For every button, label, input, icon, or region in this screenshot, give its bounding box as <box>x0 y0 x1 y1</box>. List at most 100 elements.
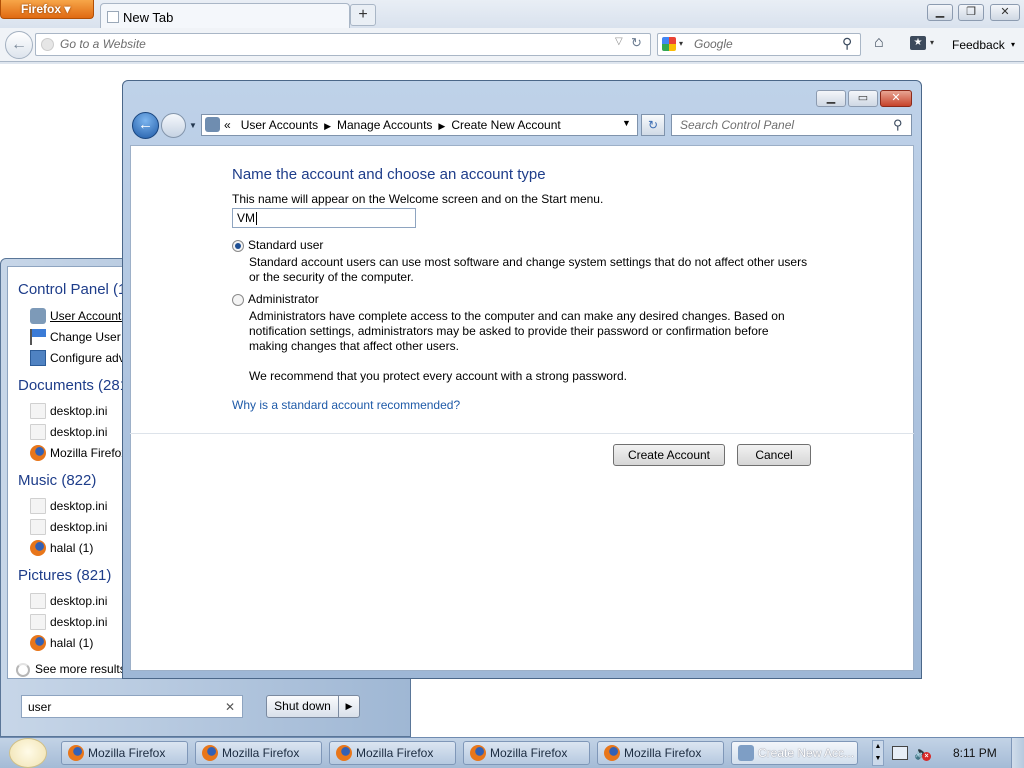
administrator-radio[interactable] <box>232 294 244 306</box>
chevron-down-icon[interactable]: ▼ <box>622 118 631 128</box>
web-search-input[interactable]: ▾ Google <box>657 33 861 56</box>
result-item[interactable]: halal (1) <box>50 636 93 650</box>
clock[interactable]: 8:11 PM <box>953 746 997 760</box>
result-item[interactable]: desktop.ini <box>50 499 107 513</box>
window-maximize-button[interactable]: ▭ <box>848 90 878 107</box>
result-item[interactable]: Change User A <box>50 330 123 344</box>
users-icon <box>30 308 46 324</box>
users-icon <box>738 745 754 761</box>
forward-arrow-icon[interactable] <box>161 113 186 138</box>
breadcrumb-user-accounts[interactable]: User Accounts <box>241 118 318 132</box>
search-more-icon <box>16 663 30 677</box>
google-logo-icon <box>662 37 676 51</box>
flag-icon <box>30 329 46 345</box>
task-label: Mozilla Firefox <box>222 746 300 760</box>
tab-title: New Tab <box>123 10 174 25</box>
account-name-value: VM <box>237 211 255 225</box>
taskbar-item-firefox[interactable]: Mozilla Firefox <box>195 741 322 765</box>
chevron-down-icon[interactable]: ▾ <box>1011 40 1015 49</box>
firefox-menu-label: Firefox <box>21 2 62 16</box>
search-icon[interactable]: ⚲ <box>842 35 852 52</box>
firefox-icon <box>30 635 46 651</box>
back-button[interactable]: ← <box>5 31 33 59</box>
globe-icon <box>41 38 54 51</box>
url-bar[interactable]: Go to a Website <box>35 33 651 56</box>
shutdown-button[interactable]: Shut down <box>266 695 339 718</box>
shutdown-options-arrow-icon[interactable]: ▶ <box>338 695 360 718</box>
result-item[interactable]: desktop.ini <box>50 520 107 534</box>
firefox-icon <box>30 540 46 556</box>
recent-pages-icon[interactable]: ▼ <box>189 121 197 130</box>
chevron-right-icon[interactable]: ▶ <box>438 121 445 132</box>
reload-icon[interactable]: ↻ <box>631 35 642 51</box>
result-item[interactable]: desktop.ini <box>50 425 107 439</box>
restore-button[interactable]: ❐ <box>958 4 984 21</box>
refresh-icon[interactable]: ↻ <box>641 114 665 136</box>
firefox-icon <box>30 445 46 461</box>
result-item[interactable]: Configure adv <box>50 351 123 365</box>
start-button[interactable] <box>9 738 47 768</box>
back-arrow-icon[interactable]: ← <box>132 112 159 139</box>
breadcrumb-manage-accounts[interactable]: Manage Accounts <box>337 118 432 132</box>
window-minimize-button[interactable]: ▁ <box>816 90 846 107</box>
page-subtitle: This name will appear on the Welcome scr… <box>232 192 604 206</box>
file-icon <box>30 519 46 535</box>
close-button[interactable]: ✕ <box>990 4 1020 21</box>
standard-user-label[interactable]: Standard user <box>248 238 323 252</box>
file-icon <box>30 498 46 514</box>
chevron-right-icon[interactable]: ▶ <box>324 121 331 132</box>
url-placeholder: Go to a Website <box>60 37 146 51</box>
breadcrumb-create-new-account[interactable]: Create New Account <box>451 118 560 132</box>
minimize-icon: ▁ <box>935 6 945 18</box>
taskbar-scroll-arrows[interactable]: ▲ ▼ <box>872 740 884 766</box>
start-search-input[interactable]: user <box>21 695 243 718</box>
results-heading-music[interactable]: Music (822) <box>18 472 96 489</box>
cancel-button[interactable]: Cancel <box>737 444 811 466</box>
result-item[interactable]: Mozilla Firefox <box>50 446 123 460</box>
taskbar-item-firefox[interactable]: Mozilla Firefox <box>61 741 188 765</box>
file-icon <box>30 614 46 630</box>
results-heading-pictures[interactable]: Pictures (821) <box>18 567 111 584</box>
result-item[interactable]: desktop.ini <box>50 404 107 418</box>
url-history-dropdown-icon[interactable]: ▽ <box>615 36 623 47</box>
chevron-down-icon[interactable]: ▾ <box>930 38 934 47</box>
result-item[interactable]: desktop.ini <box>50 615 107 629</box>
window-close-button[interactable]: ✕ <box>880 90 912 107</box>
clear-search-icon[interactable]: ✕ <box>225 700 235 714</box>
show-desktop-button[interactable] <box>1011 738 1024 768</box>
firefox-icon <box>604 745 620 761</box>
bookmarks-icon[interactable]: ★ <box>910 36 926 50</box>
standard-user-radio[interactable] <box>232 240 244 252</box>
results-heading-documents[interactable]: Documents (281 <box>18 377 123 394</box>
feedback-button[interactable]: Feedback <box>952 38 1005 52</box>
file-icon <box>30 403 46 419</box>
new-tab-button[interactable]: + <box>350 4 376 26</box>
address-bar[interactable]: « User Accounts ▶ Manage Accounts ▶ Create N… <box>201 114 638 136</box>
firefox-menu-button[interactable]: Firefox ▾ <box>0 0 94 19</box>
chevron-down-icon: ▾ <box>64 2 71 16</box>
settings-icon <box>30 350 46 366</box>
taskbar-item-create-account[interactable]: Create New Acc... <box>731 741 858 765</box>
start-menu-results: Control Panel (1 User Accounts Change Us… <box>7 266 123 679</box>
firefox-icon <box>202 745 218 761</box>
result-item[interactable]: halal (1) <box>50 541 93 555</box>
taskbar-item-firefox[interactable]: Mozilla Firefox <box>329 741 456 765</box>
breadcrumb-overflow[interactable]: « <box>224 118 231 132</box>
home-icon[interactable]: ⌂ <box>874 34 884 52</box>
results-heading-control-panel[interactable]: Control Panel (1 <box>18 281 123 298</box>
control-panel-search-input[interactable]: Search Control Panel <box>671 114 912 136</box>
tab-new-tab[interactable]: New Tab <box>100 3 350 28</box>
taskbar-item-firefox[interactable]: Mozilla Firefox <box>597 741 724 765</box>
search-icon[interactable]: ⚲ <box>893 117 903 133</box>
account-name-input[interactable]: VM <box>232 208 416 228</box>
see-more-results-link[interactable]: See more results <box>35 662 126 676</box>
result-item[interactable]: User Accounts <box>50 309 123 323</box>
create-account-button[interactable]: Create Account <box>613 444 725 466</box>
result-item[interactable]: desktop.ini <box>50 594 107 608</box>
network-icon[interactable] <box>892 746 908 760</box>
administrator-label[interactable]: Administrator <box>248 292 319 306</box>
firefox-icon <box>336 745 352 761</box>
minimize-button[interactable]: ▁ <box>927 4 953 21</box>
why-standard-link[interactable]: Why is a standard account recommended? <box>232 398 460 412</box>
taskbar-item-firefox[interactable]: Mozilla Firefox <box>463 741 590 765</box>
